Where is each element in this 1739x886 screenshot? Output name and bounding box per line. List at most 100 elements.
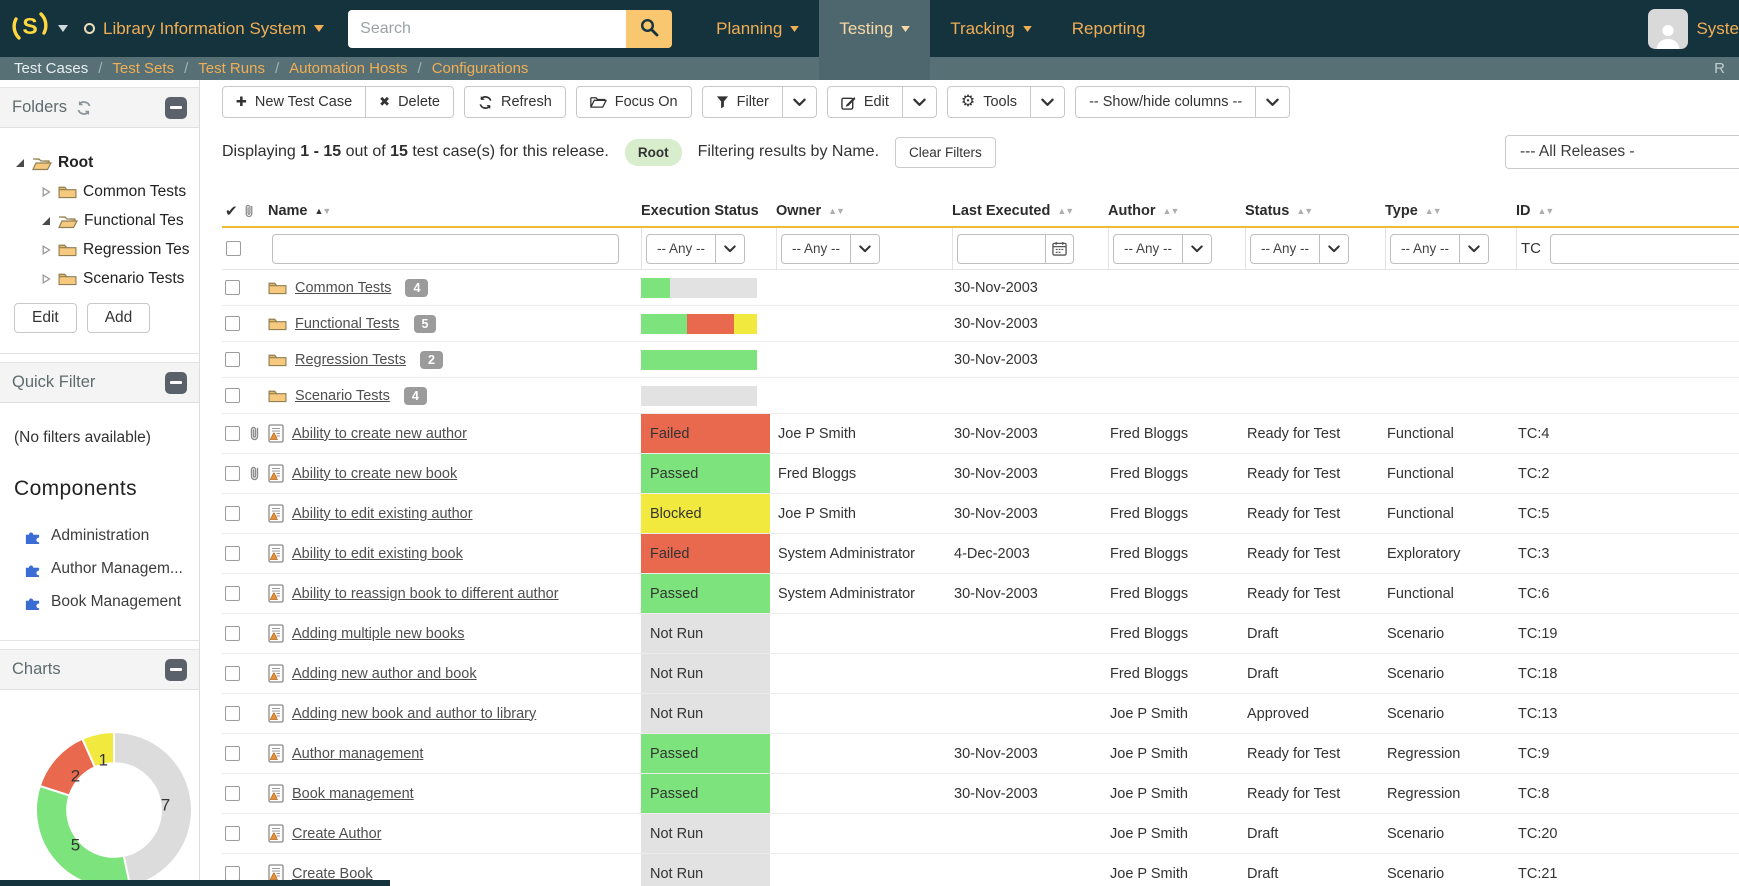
tree-node-label[interactable]: Scenario Tests <box>83 270 184 288</box>
collapse-quick-filter-button[interactable] <box>165 372 187 394</box>
nav-tracking[interactable]: Tracking <box>930 0 1052 57</box>
id-filter-input[interactable] <box>1550 234 1739 264</box>
author-filter[interactable]: -- Any -- <box>1113 234 1212 264</box>
sort-status[interactable]: ▲▼ <box>1296 206 1313 216</box>
test-case-link[interactable]: Adding new book and author to library <box>292 706 536 722</box>
refresh-button[interactable]: Refresh <box>464 86 566 118</box>
row-checkbox[interactable] <box>225 546 240 561</box>
tree-collapsed-icon[interactable] <box>40 274 52 284</box>
test-case-link[interactable]: Ability to reassign book to different au… <box>292 586 559 602</box>
nav-planning[interactable]: Planning <box>696 0 819 57</box>
row-checkbox[interactable] <box>225 666 240 681</box>
last-executed-filter-input[interactable] <box>957 234 1045 264</box>
row-checkbox[interactable] <box>225 586 240 601</box>
tree-node-label[interactable]: Regression Tes <box>83 241 190 259</box>
filter-dropdown-button[interactable] <box>782 86 817 118</box>
folder-link[interactable]: Scenario Tests <box>295 388 390 404</box>
collapse-charts-button[interactable] <box>165 659 187 681</box>
status-filter[interactable]: -- Any -- <box>1250 234 1349 264</box>
root-folder-badge[interactable]: Root <box>625 139 682 166</box>
sort-author[interactable]: ▲▼ <box>1163 206 1180 216</box>
test-case-link[interactable]: Ability to edit existing author <box>292 506 473 522</box>
tree-expanded-icon[interactable] <box>14 158 26 168</box>
folder-link[interactable]: Common Tests <box>295 280 391 296</box>
search-button[interactable] <box>626 10 672 48</box>
test-case-link[interactable]: Adding new author and book <box>292 666 477 682</box>
chevron-down-icon[interactable] <box>1182 235 1211 263</box>
tree-node-label[interactable]: Common Tests <box>83 183 186 201</box>
row-checkbox[interactable] <box>225 786 240 801</box>
focus-on-button[interactable]: Focus On <box>576 86 692 118</box>
edit-folder-button[interactable]: Edit <box>14 303 77 333</box>
breadcrumb-item[interactable]: Test Runs <box>198 60 265 77</box>
breadcrumb-item[interactable]: Configurations <box>432 60 529 77</box>
calendar-icon[interactable] <box>1045 234 1074 264</box>
edit-button[interactable]: Edit <box>827 86 903 118</box>
tree-collapsed-icon[interactable] <box>40 245 52 255</box>
execution-status-filter[interactable]: -- Any -- <box>646 234 745 264</box>
nav-reporting[interactable]: Reporting <box>1052 0 1166 57</box>
search-input[interactable] <box>348 10 626 48</box>
row-checkbox[interactable] <box>225 466 240 481</box>
row-checkbox[interactable] <box>225 388 240 403</box>
row-checkbox[interactable] <box>225 280 240 295</box>
test-case-link[interactable]: Ability to create new author <box>292 426 467 442</box>
sort-id[interactable]: ▲▼ <box>1538 206 1555 216</box>
clear-filters-button[interactable]: Clear Filters <box>895 137 996 168</box>
tree-node-label[interactable]: Root <box>58 154 93 172</box>
owner-filter[interactable]: -- Any -- <box>781 234 880 264</box>
component-item[interactable]: Administration <box>24 525 185 547</box>
breadcrumb-item[interactable]: Test Sets <box>112 60 174 77</box>
sort-name[interactable]: ▲▼ <box>315 206 332 216</box>
collapse-folders-button[interactable] <box>165 97 187 119</box>
filter-button[interactable]: Filter <box>702 86 783 118</box>
release-dropdown[interactable]: --- All Releases - <box>1505 135 1739 169</box>
test-case-link[interactable]: Book management <box>292 786 414 802</box>
add-folder-button[interactable]: Add <box>87 303 151 333</box>
chevron-down-icon[interactable] <box>1459 235 1488 263</box>
type-filter[interactable]: -- Any -- <box>1390 234 1489 264</box>
test-case-link[interactable]: Adding multiple new books <box>292 626 465 642</box>
row-checkbox[interactable] <box>225 866 240 881</box>
nav-testing[interactable]: Testing <box>819 0 930 57</box>
sort-owner[interactable]: ▲▼ <box>828 206 845 216</box>
tree-expanded-icon[interactable] <box>40 216 52 226</box>
tools-button[interactable]: ⚙ Tools <box>947 86 1031 118</box>
breadcrumb-item[interactable]: Automation Hosts <box>289 60 407 77</box>
test-case-link[interactable]: Author management <box>292 746 423 762</box>
row-checkbox[interactable] <box>225 706 240 721</box>
refresh-folders-icon[interactable] <box>76 100 92 116</box>
breadcrumb-item[interactable]: Test Cases <box>14 60 88 77</box>
tools-dropdown-button[interactable] <box>1030 86 1065 118</box>
tree-collapsed-icon[interactable] <box>40 187 52 197</box>
sort-last-executed[interactable]: ▲▼ <box>1057 206 1074 216</box>
chevron-down-icon[interactable] <box>715 235 744 263</box>
project-selector[interactable]: Library Information System <box>84 19 324 39</box>
show-hide-columns-dropdown[interactable]: -- Show/hide columns -- <box>1075 86 1256 118</box>
select-all-checkbox[interactable] <box>226 241 241 256</box>
test-case-link[interactable]: Ability to create new book <box>292 466 457 482</box>
folder-link[interactable]: Regression Tests <box>295 352 406 368</box>
row-checkbox[interactable] <box>225 746 240 761</box>
tree-node-label[interactable]: Functional Tes <box>84 212 184 230</box>
row-checkbox[interactable] <box>225 626 240 641</box>
row-checkbox[interactable] <box>225 316 240 331</box>
row-checkbox[interactable] <box>225 826 240 841</box>
component-item[interactable]: Author Managem... <box>24 558 185 580</box>
show-hide-columns-button[interactable] <box>1255 86 1290 118</box>
folder-link[interactable]: Functional Tests <box>295 316 400 332</box>
edit-dropdown-button[interactable] <box>902 86 937 118</box>
component-item[interactable]: Book Management <box>24 591 185 613</box>
row-checkbox[interactable] <box>225 426 240 441</box>
chevron-down-icon[interactable] <box>1319 235 1348 263</box>
test-case-link[interactable]: Create Author <box>292 826 381 842</box>
test-case-link[interactable]: Ability to edit existing book <box>292 546 463 562</box>
chevron-down-icon[interactable] <box>850 235 879 263</box>
new-test-case-button[interactable]: ✚ New Test Case <box>222 86 366 118</box>
delete-button[interactable]: ✖ Delete <box>365 86 454 118</box>
product-menu[interactable]: S <box>10 6 68 51</box>
user-menu[interactable]: Syste <box>1648 9 1739 49</box>
name-filter-input[interactable] <box>272 234 619 264</box>
row-checkbox[interactable] <box>225 506 240 521</box>
sort-type[interactable]: ▲▼ <box>1425 206 1442 216</box>
